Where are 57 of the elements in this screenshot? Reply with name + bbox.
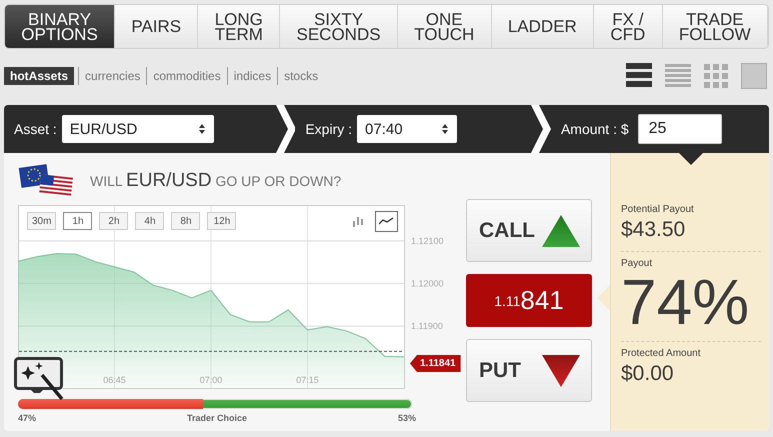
time-range-button[interactable]: 8h	[171, 212, 200, 230]
price-tag: 1.11841	[410, 355, 461, 372]
time-range-button[interactable]: 30m	[27, 212, 56, 230]
select-caret-icon	[198, 123, 206, 135]
put-share: 47%	[18, 413, 36, 423]
nav-tab[interactable]: TRADE FOLLOW	[662, 5, 768, 48]
nav-tab[interactable]: LONG TERM	[198, 5, 280, 48]
nav-tab[interactable]: LADDER	[492, 5, 594, 48]
payout-label: Potential Payout	[621, 204, 695, 215]
price-axis-label: 1.12100	[411, 236, 444, 246]
asset-select[interactable]: EUR/USD	[62, 115, 214, 143]
payout-label: Protected Amount	[621, 348, 702, 359]
line-chart-button[interactable]	[375, 211, 398, 232]
candlestick-icon	[352, 214, 363, 228]
magic-wand-icon[interactable]	[14, 357, 66, 403]
time-range-button[interactable]: 12h	[207, 212, 236, 230]
time-range-button[interactable]: 1h	[63, 212, 92, 230]
payout-value: $0.00	[621, 361, 675, 387]
nav-tab[interactable]: PAIRS	[115, 5, 198, 48]
asset-filter[interactable]: commodities	[146, 67, 227, 85]
time-range-button[interactable]: 4h	[135, 212, 164, 230]
time-axis-label: 07:15	[296, 375, 319, 385]
amount-label: Amount : $	[560, 121, 629, 137]
line-chart-icon	[379, 217, 394, 226]
payout-label: Payout	[621, 258, 654, 269]
trader-choice-label: Trader Choice	[186, 413, 248, 423]
put-button[interactable]: PUT	[466, 339, 592, 402]
call-share: 53%	[398, 413, 416, 423]
nav-tab[interactable]: FX / CFD	[594, 5, 663, 48]
expiry-select[interactable]: 07:40	[357, 115, 458, 143]
list-view-icon[interactable]	[626, 63, 652, 89]
amount-field[interactable]: 25	[638, 114, 722, 144]
price-axis-label: 1.12000	[411, 278, 444, 288]
up-triangle-icon	[541, 214, 581, 248]
nav-tab[interactable]: ONE TOUCH	[398, 5, 492, 48]
expiry-label: Expiry :	[305, 121, 352, 137]
flags-icon	[18, 164, 74, 198]
asset-label: Asset :	[14, 121, 57, 137]
time-range-button[interactable]: 2h	[99, 212, 128, 230]
time-axis-label: 07:00	[200, 375, 222, 385]
asset-filter[interactable]: indices	[226, 67, 278, 85]
grid-view-icon[interactable]	[704, 64, 728, 88]
down-triangle-icon	[541, 354, 581, 388]
asset-filter[interactable]: hotAssets	[4, 67, 74, 85]
nav-tab[interactable]: BINARY OPTIONS	[5, 5, 116, 48]
nav-tab[interactable]: SIXTY SECONDS	[280, 5, 398, 48]
payout-value: 74%	[621, 271, 750, 333]
select-caret-icon	[441, 123, 450, 135]
time-axis-label: 06:45	[103, 375, 126, 385]
asset-filter[interactable]: stocks	[277, 67, 324, 85]
tile-view-icon[interactable]	[741, 63, 767, 89]
compact-list-icon[interactable]	[665, 64, 691, 88]
call-button[interactable]: CALL	[466, 199, 592, 262]
price-axis-label: 1.11900	[411, 321, 443, 332]
question-text: WILL EUR/USD GO UP OR DOWN?	[90, 170, 342, 192]
asset-filter[interactable]: currencies	[78, 67, 146, 85]
payout-value: $43.50	[621, 217, 686, 243]
